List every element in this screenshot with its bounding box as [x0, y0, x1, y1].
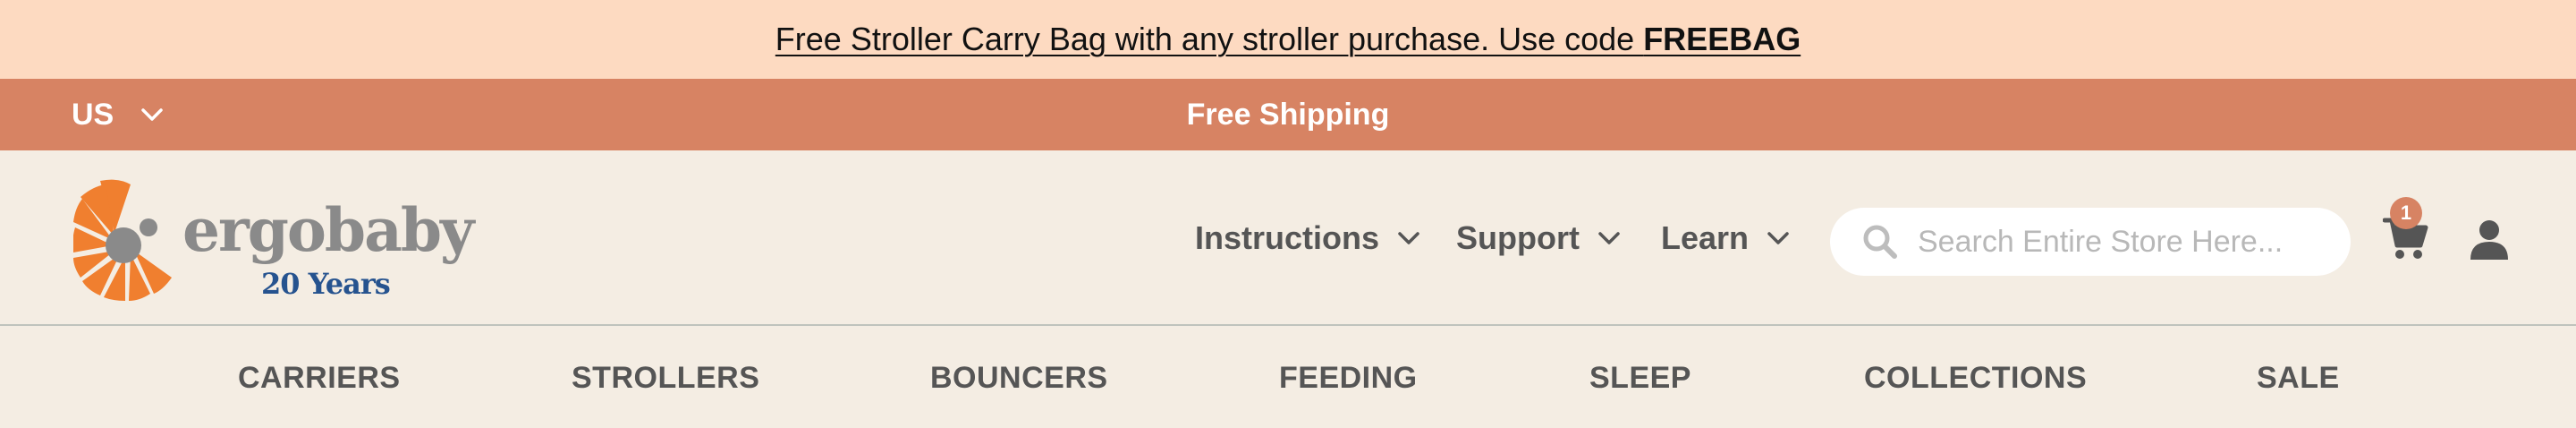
logo-mark-icon	[73, 179, 172, 301]
promo-link[interactable]: Free Stroller Carry Bag with any strolle…	[775, 21, 1801, 58]
nav-learn[interactable]: Learn	[1661, 150, 1790, 326]
nav-sale[interactable]: SALE	[2257, 328, 2340, 428]
country-label: US	[72, 97, 114, 132]
main-navigation: CARRIERS STROLLERS BOUNCERS FEEDING SLEE…	[0, 328, 2576, 428]
nav-carriers[interactable]: CARRIERS	[238, 328, 401, 428]
promo-code: FREEBAG	[1643, 21, 1801, 57]
nav-strollers[interactable]: STROLLERS	[572, 328, 759, 428]
chevron-down-icon	[1767, 232, 1789, 244]
nav-collections[interactable]: COLLECTIONS	[1864, 328, 2087, 428]
promo-banner: Free Stroller Carry Bag with any strolle…	[0, 0, 2576, 79]
logo-tagline: 20 Years	[261, 267, 391, 301]
search-icon[interactable]	[1862, 224, 1898, 260]
promo-text: Free Stroller Carry Bag with any strolle…	[775, 21, 1644, 57]
chevron-down-icon	[141, 108, 163, 121]
logo-wordmark: ergobaby	[182, 195, 474, 265]
free-shipping-text: Free Shipping	[1186, 97, 1390, 132]
chevron-down-icon	[1398, 232, 1419, 244]
ergobaby-logo[interactable]: ergobaby 20 Years	[73, 177, 474, 301]
nav-learn-label: Learn	[1661, 219, 1750, 256]
nav-sleep[interactable]: SLEEP	[1589, 328, 1691, 428]
chevron-down-icon	[1598, 232, 1620, 244]
nav-support[interactable]: Support	[1456, 150, 1621, 326]
nav-bouncers[interactable]: BOUNCERS	[930, 328, 1108, 428]
site-header: ergobaby 20 Years Instructions Support L…	[0, 150, 2576, 326]
nav-instructions[interactable]: Instructions	[1195, 150, 1420, 326]
search-box	[1830, 208, 2351, 276]
nav-support-label: Support	[1456, 219, 1580, 256]
cart-count-badge: 1	[2390, 197, 2422, 229]
account-icon[interactable]	[2470, 220, 2508, 260]
shipping-bar: Free Shipping US	[0, 79, 2576, 150]
country-selector[interactable]: US	[72, 79, 164, 150]
search-input[interactable]	[1918, 224, 2311, 260]
nav-feeding[interactable]: FEEDING	[1279, 328, 1418, 428]
nav-instructions-label: Instructions	[1195, 219, 1380, 256]
